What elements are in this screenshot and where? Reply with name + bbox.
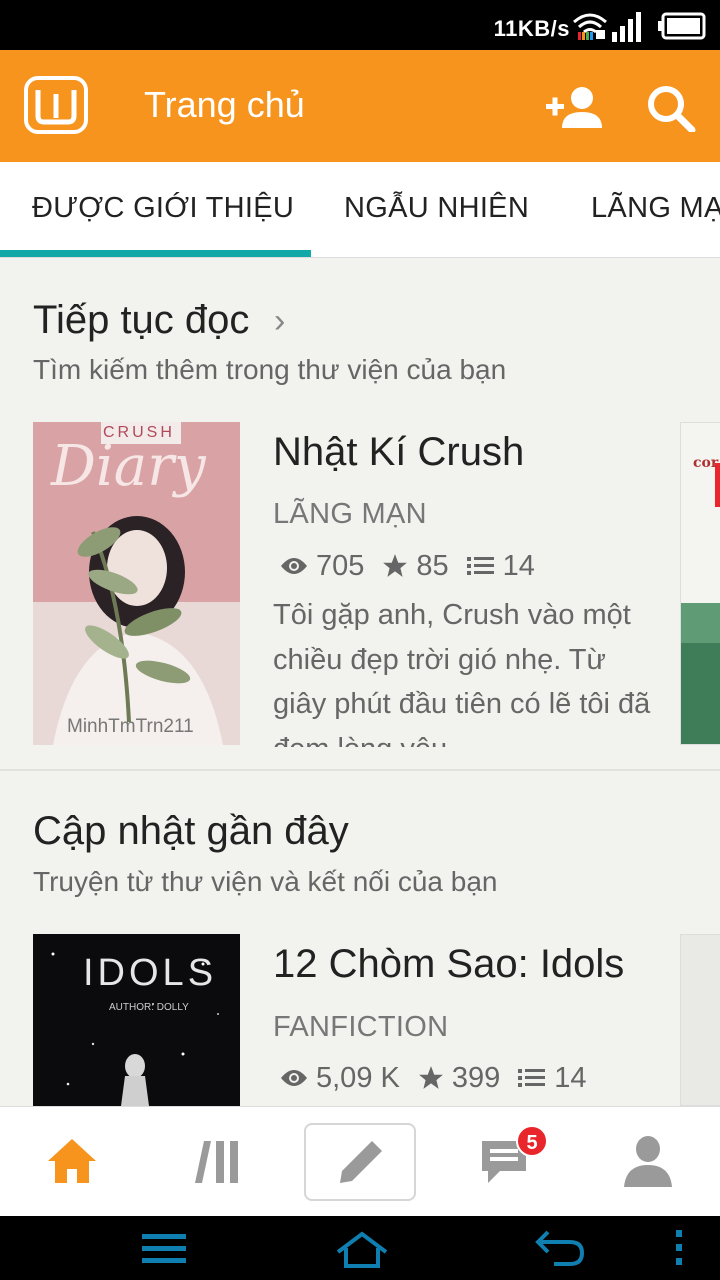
story-stats: 5,09 K 399 14	[280, 1060, 605, 1096]
category-tabs: ĐƯỢC GIỚI THIỆU NGẪU NHIÊN LÃNG MẠN	[0, 162, 720, 258]
star-icon	[383, 554, 408, 577]
eye-icon	[281, 558, 307, 574]
story-cover-nhat-ki-crush[interactable]: CRUSH Diary MinhTmTrn211	[33, 422, 240, 745]
tab-random[interactable]: NGẪU NHIÊN	[344, 192, 529, 225]
parts-list-icon	[466, 557, 494, 575]
eye-icon	[281, 1070, 307, 1086]
cover-title: IDOLS	[83, 952, 218, 994]
parts-list-icon	[518, 1069, 546, 1087]
section-subtitle: Truyện từ thư viện và kết nối của bạn	[33, 866, 498, 897]
add-user-icon[interactable]	[546, 86, 604, 133]
back-icon[interactable]	[534, 1228, 586, 1273]
vote-count: 85	[416, 549, 449, 582]
section-divider	[0, 769, 720, 771]
story-stats: 705 85 14	[280, 548, 553, 584]
part-count: 14	[554, 1061, 587, 1094]
section-subtitle: Tìm kiếm thêm trong thư viện của bạn	[33, 354, 507, 385]
search-icon[interactable]	[646, 84, 696, 137]
section-title-continue-reading[interactable]: Tiếp tục đọc	[33, 298, 249, 343]
home-feed[interactable]: Tiếp tục đọc › Tìm kiếm thêm trong thư v…	[0, 258, 720, 1106]
chevron-right-icon[interactable]: ›	[274, 302, 285, 341]
status-bar: 11KB/s	[0, 0, 720, 50]
home-icon[interactable]	[46, 1137, 98, 1190]
wifi-icon	[572, 10, 608, 47]
profile-icon[interactable]	[622, 1135, 674, 1192]
cover-script-title: Diary	[51, 434, 206, 499]
tab-featured[interactable]: ĐƯỢC GIỚI THIỆU	[32, 192, 294, 225]
section-title-recent-updates[interactable]: Cập nhật gần đây	[33, 809, 349, 854]
app-bar: Trang chủ	[0, 50, 720, 162]
star-icon	[418, 1066, 443, 1089]
read-count: 5,09 K	[316, 1061, 400, 1094]
tab-romance[interactable]: LÃNG MẠN	[591, 192, 720, 225]
cover-author: AUTHOR: DOLLY	[109, 1002, 189, 1013]
active-tab-indicator	[0, 250, 311, 257]
story-cover-next[interactable]	[680, 934, 720, 1106]
story-title[interactable]: 12 Chòm Sao: Idols	[273, 942, 624, 987]
pencil-icon	[340, 1141, 382, 1183]
system-navigation-bar	[0, 1216, 720, 1280]
home-button-icon[interactable]	[334, 1230, 390, 1275]
story-genre: FANFICTION	[273, 1011, 449, 1043]
vote-count: 399	[451, 1061, 501, 1094]
next-cover-text: cor	[693, 455, 719, 471]
story-title[interactable]: Nhật Kí Crush	[273, 430, 524, 475]
story-cover-next[interactable]: cor	[680, 422, 720, 745]
overflow-menu-icon[interactable]	[674, 1230, 684, 1271]
bottom-navigation: 5	[0, 1106, 720, 1216]
battery-icon	[658, 12, 706, 45]
write-button[interactable]	[304, 1123, 416, 1201]
signal-icon	[612, 12, 644, 47]
wattpad-logo-icon[interactable]	[24, 76, 88, 134]
library-icon[interactable]	[194, 1139, 242, 1190]
notification-badge: 5	[516, 1125, 548, 1157]
cover-author: MinhTmTrn211	[67, 716, 194, 737]
menu-icon[interactable]	[142, 1232, 186, 1269]
story-description: Tôi gặp anh, Crush vào một chiều đẹp trờ…	[273, 599, 651, 747]
read-count: 705	[316, 549, 365, 582]
story-cover-idols[interactable]: IDOLS AUTHOR: DOLLY	[33, 934, 240, 1106]
network-speed: 11KB/s	[493, 16, 570, 41]
story-genre: LÃNG MẠN	[273, 498, 427, 530]
part-count: 14	[502, 549, 535, 582]
page-title: Trang chủ	[144, 84, 305, 125]
